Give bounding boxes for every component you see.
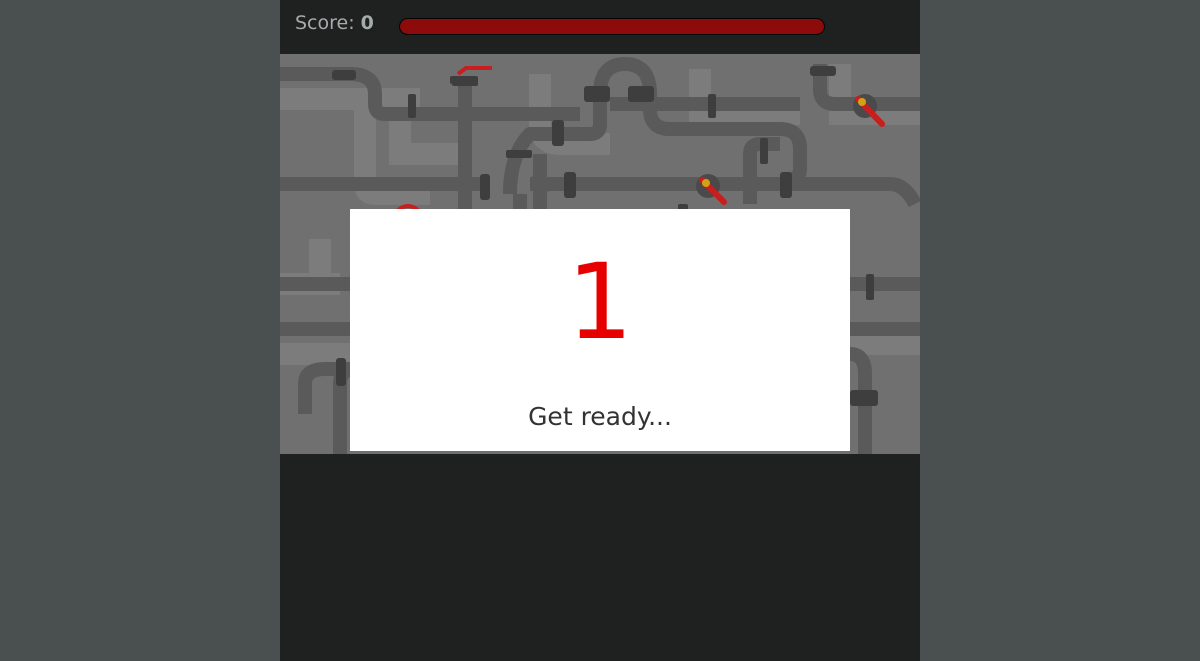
game-container: Score: 0 1 Get ready... <box>280 0 920 661</box>
score-label: Score: <box>295 12 355 34</box>
score-display: Score: 0 <box>295 12 374 34</box>
pipe-playfield[interactable]: 1 Get ready... <box>280 54 920 454</box>
timer-bar-fill <box>400 19 824 34</box>
score-value: 0 <box>360 12 374 34</box>
valve-top-handle[interactable] <box>456 66 492 76</box>
get-ready-message: Get ready... <box>528 402 672 431</box>
countdown-number: 1 <box>566 241 634 363</box>
countdown-modal: 1 Get ready... <box>350 209 850 451</box>
hud-bar: Score: 0 <box>280 0 920 54</box>
timer-bar <box>399 18 825 35</box>
